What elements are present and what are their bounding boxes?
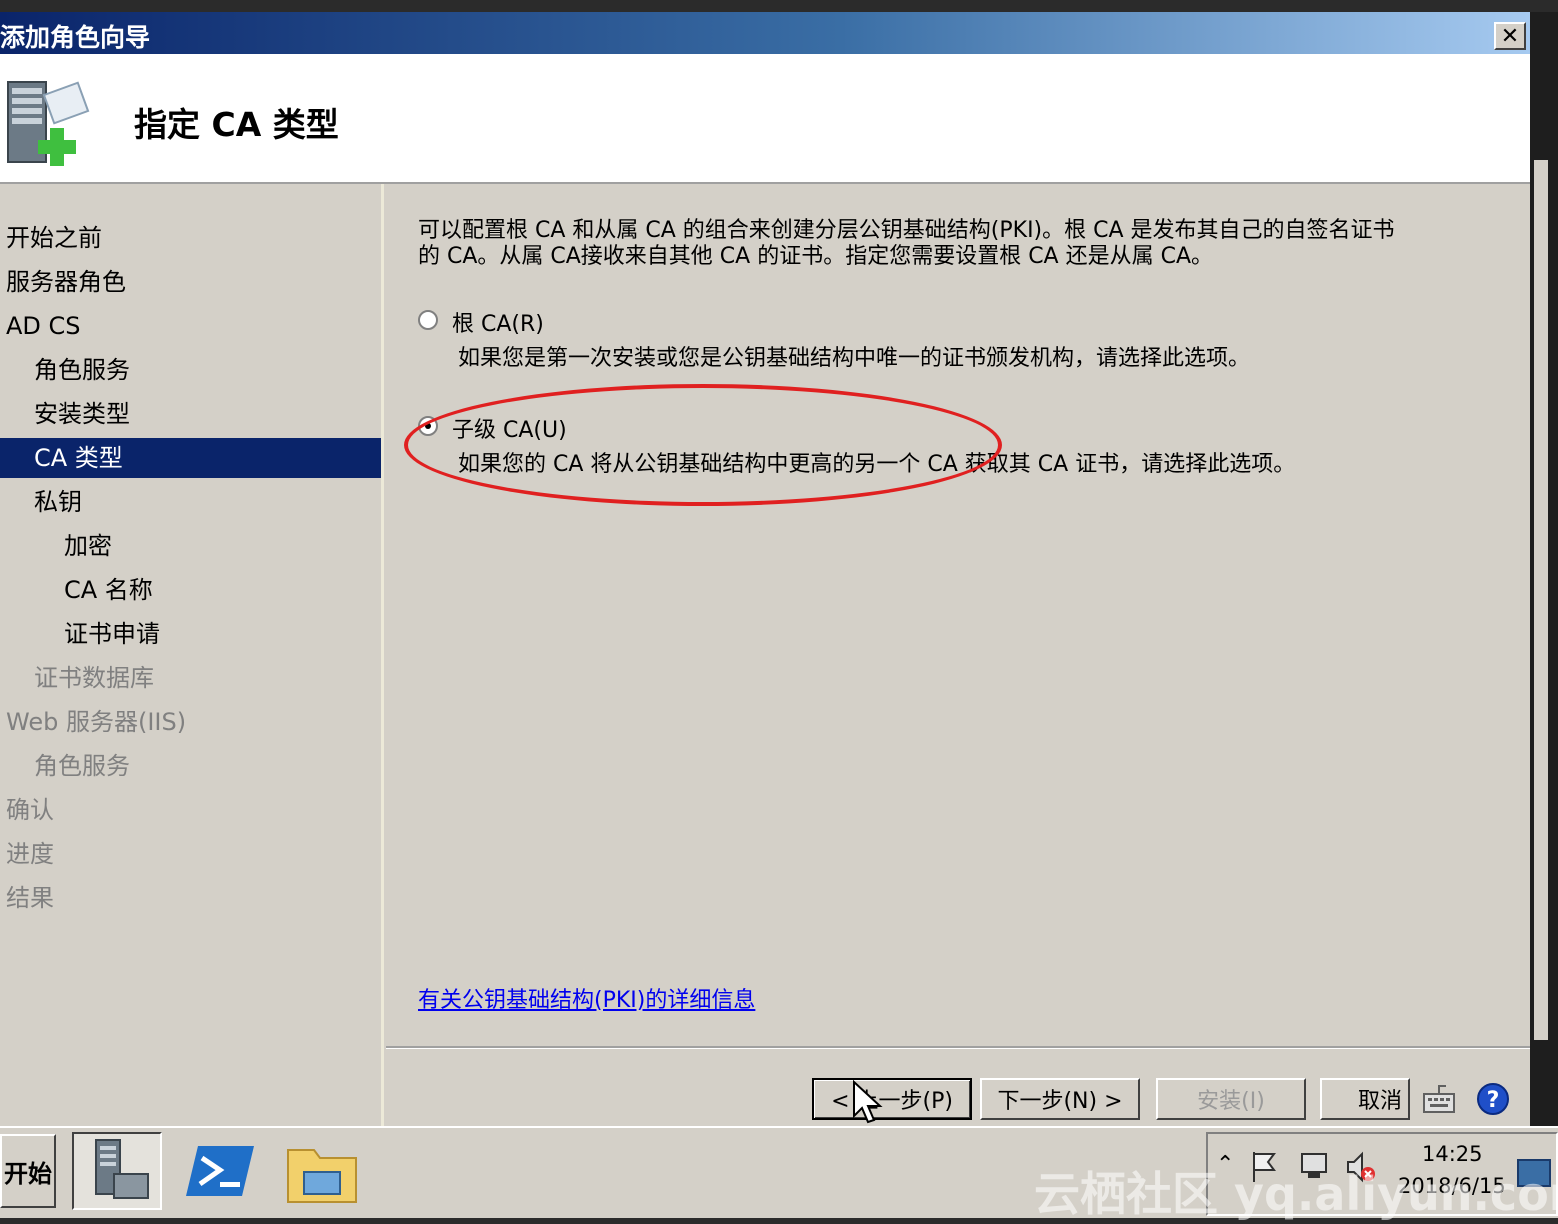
server-manager-icon bbox=[95, 1139, 149, 1199]
watermark: 云栖社区 yq.aliyun.com bbox=[1034, 1167, 1558, 1221]
powershell-taskbar-button[interactable] bbox=[180, 1132, 270, 1210]
nav-item-ca-type[interactable]: CA 类型 bbox=[0, 438, 381, 478]
nav-item-certificate-request[interactable]: 证书申请 bbox=[64, 614, 160, 654]
server-manager-taskbar-button[interactable] bbox=[72, 1132, 162, 1210]
page-title: 指定 CA 类型 bbox=[134, 105, 339, 144]
intro-text-line2: 的 CA。从属 CA接收来自其他 CA 的证书。指定您需要设置根 CA 还是从属… bbox=[418, 244, 1214, 269]
nav-item-results: 结果 bbox=[6, 884, 54, 912]
root-ca-radio[interactable] bbox=[418, 310, 438, 330]
root-ca-description: 如果您是第一次安装或您是公钥基础结构中唯一的证书颁发机构，请选择此选项。 bbox=[458, 346, 1251, 371]
root-ca-label[interactable]: 根 CA(R) bbox=[452, 306, 544, 338]
server-add-icon bbox=[7, 81, 90, 166]
nav-item-before-you-begin[interactable]: 开始之前 bbox=[6, 218, 102, 258]
nav-item-certificate-database: 证书数据库 bbox=[34, 664, 154, 692]
nav-item-ad-cs[interactable]: AD CS bbox=[6, 306, 81, 346]
next-button[interactable]: 下一步(N) > bbox=[980, 1078, 1140, 1120]
help-icon[interactable]: ? bbox=[1476, 1082, 1510, 1116]
powershell-icon bbox=[186, 1146, 254, 1196]
mouse-cursor-icon bbox=[853, 1080, 883, 1124]
window-title: 添加角色向导 bbox=[0, 23, 151, 52]
nav-item-web-server-iis: Web 服务器(IIS) bbox=[6, 708, 187, 736]
explorer-taskbar-button[interactable] bbox=[280, 1132, 370, 1210]
nav-item-server-roles[interactable]: 服务器角色 bbox=[6, 262, 126, 302]
button-separator bbox=[386, 1046, 1530, 1049]
install-button: 安装(I) bbox=[1156, 1078, 1306, 1120]
nav-item-ca-name[interactable]: CA 名称 bbox=[64, 570, 153, 610]
start-button[interactable]: 开始 bbox=[0, 1134, 56, 1208]
wizard-content: 可以配置根 CA 和从属 CA 的组合来创建分层公钥基础结构(PKI)。根 CA… bbox=[386, 184, 1530, 1126]
annotation-ellipse bbox=[404, 384, 1002, 506]
nav-item-private-key[interactable]: 私钥 bbox=[34, 482, 82, 522]
title-bar[interactable]: 添加角色向导 ✕ bbox=[0, 12, 1530, 54]
scrollbar-thumb[interactable] bbox=[1534, 160, 1548, 1040]
svg-text:?: ? bbox=[1487, 1088, 1500, 1113]
nav-item-setup-type[interactable]: 安装类型 bbox=[34, 394, 130, 434]
cancel-button[interactable]: 取消 bbox=[1320, 1078, 1410, 1120]
add-roles-wizard-window: 添加角色向导 ✕ 指定 CA 类型 开始之前 服务器角色 AD CS 角色服务 … bbox=[0, 12, 1530, 1126]
nav-item-cryptography[interactable]: 加密 bbox=[64, 526, 112, 566]
nav-item-confirmation: 确认 bbox=[6, 796, 54, 824]
folder-icon bbox=[287, 1149, 357, 1203]
taskbar: 开始 ⌃ 14:25 2018/6/15 云栖社区 yq.aliyun.com bbox=[0, 1126, 1558, 1221]
pki-more-info-link[interactable]: 有关公钥基础结构(PKI)的详细信息 bbox=[418, 988, 755, 1013]
previous-button[interactable]: < 上一步(P) bbox=[812, 1078, 972, 1120]
nav-item-progress: 进度 bbox=[6, 840, 54, 868]
close-icon: ✕ bbox=[1500, 23, 1520, 49]
close-button[interactable]: ✕ bbox=[1494, 22, 1526, 50]
nav-item-iis-role-services: 角色服务 bbox=[34, 752, 130, 780]
nav-item-role-services[interactable]: 角色服务 bbox=[34, 350, 130, 390]
keyboard-icon[interactable] bbox=[1420, 1082, 1460, 1116]
wizard-step-nav: 开始之前 服务器角色 AD CS 角色服务 安装类型 CA 类型 私钥 加密 C… bbox=[0, 184, 384, 1126]
wizard-header: 指定 CA 类型 bbox=[0, 54, 1530, 184]
